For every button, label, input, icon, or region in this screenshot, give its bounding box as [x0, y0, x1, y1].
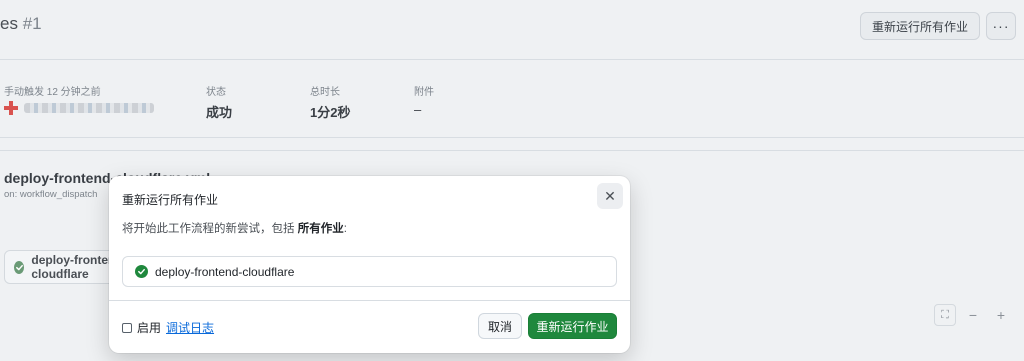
debug-logging-option[interactable]: 启用 调试日志 [122, 319, 214, 336]
rerun-dialog: 重新运行所有作业 ✕ 将开始此工作流程的新尝试，包括 所有作业: deploy-… [109, 176, 630, 353]
dialog-title: 重新运行所有作业 [122, 193, 219, 207]
close-icon[interactable]: ✕ [597, 183, 623, 209]
description-text: 将开始此工作流程的新尝试，包括 [122, 223, 298, 235]
description-suffix: : [343, 223, 347, 235]
rerun-jobs-button[interactable]: 重新运行作业 [528, 313, 617, 339]
success-check-icon [135, 265, 148, 278]
job-name: deploy-frontend-cloudflare [155, 264, 295, 279]
cancel-button[interactable]: 取消 [478, 313, 522, 339]
debug-logging-checkbox[interactable] [122, 322, 132, 333]
debug-logging-link[interactable]: 调试日志 [166, 319, 214, 336]
debug-logging-label: 启用 [137, 321, 162, 335]
divider [109, 300, 630, 301]
dialog-description: 将开始此工作流程的新尝试，包括 所有作业: [122, 220, 347, 236]
description-bold: 所有作业 [297, 223, 344, 235]
job-list-item: deploy-frontend-cloudflare [122, 256, 617, 287]
